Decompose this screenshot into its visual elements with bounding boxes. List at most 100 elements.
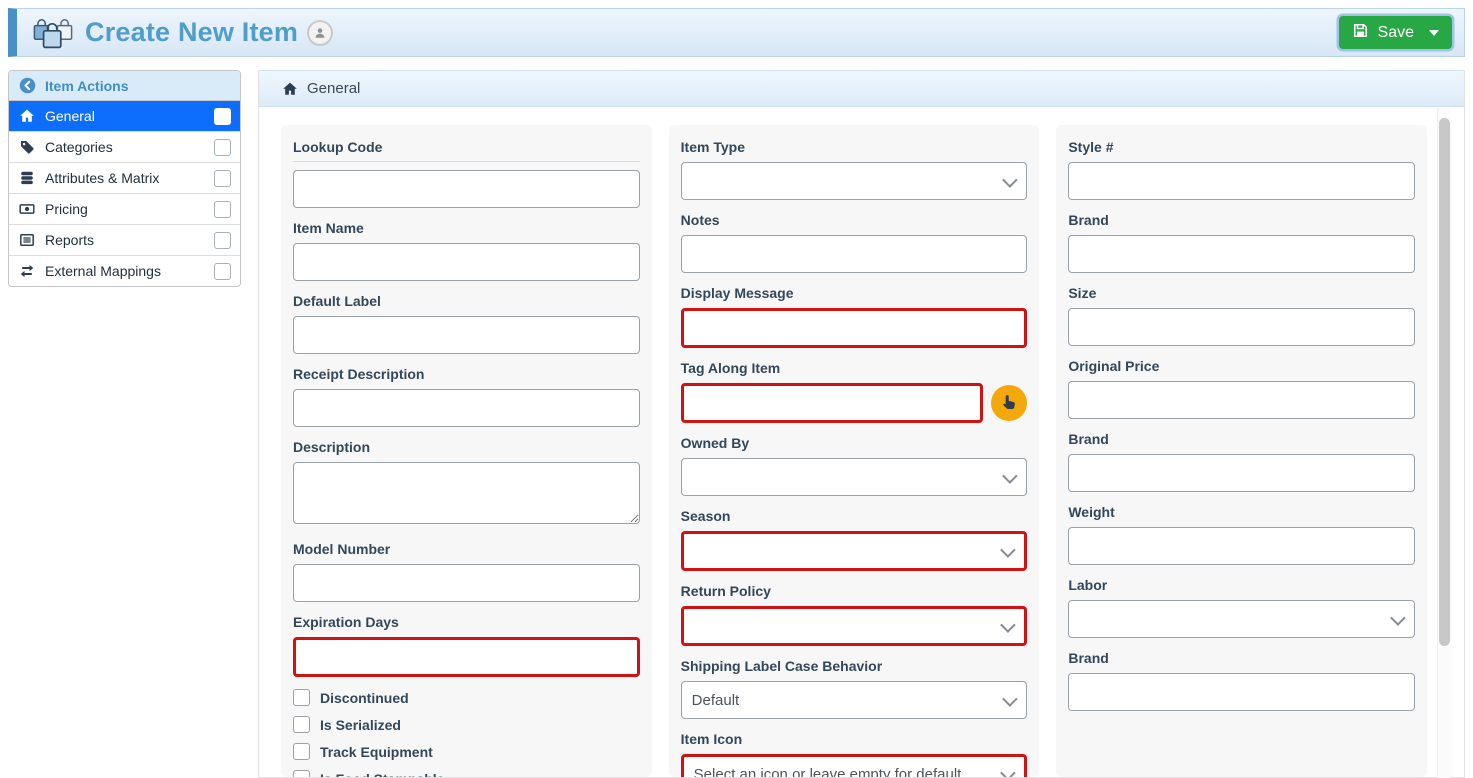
money-icon bbox=[19, 201, 35, 217]
brand-input[interactable] bbox=[1068, 454, 1415, 492]
field-tag-along-item: Tag Along Item bbox=[681, 360, 1028, 423]
field-lookup-code: Lookup Code bbox=[293, 139, 640, 208]
is-food-stampable-checkbox[interactable] bbox=[293, 770, 310, 777]
tag-along-item-lookup-button[interactable] bbox=[991, 385, 1027, 421]
field-label: Item Icon bbox=[681, 731, 1028, 747]
discontinued-checkbox[interactable] bbox=[293, 689, 310, 706]
form-columns: Lookup CodeItem NameDefault LabelReceipt… bbox=[259, 107, 1464, 777]
sidebar-item-attributes-matrix[interactable]: Attributes & Matrix bbox=[9, 163, 240, 194]
field-owned-by: Owned By bbox=[681, 435, 1028, 496]
sidebar-checkbox-categories[interactable] bbox=[214, 139, 231, 156]
item-name-input[interactable] bbox=[293, 243, 640, 281]
sidebar-item-label: General bbox=[45, 108, 204, 124]
sidebar-item-label: Pricing bbox=[45, 201, 204, 217]
sidebar-item-general[interactable]: General bbox=[9, 101, 240, 132]
brand-input[interactable] bbox=[1068, 673, 1415, 711]
general-section-card: General Lookup CodeItem NameDefault Labe… bbox=[258, 70, 1465, 778]
field-label: Brand bbox=[1068, 212, 1415, 228]
lookup-code-input[interactable] bbox=[293, 170, 640, 208]
receipt-description-input[interactable] bbox=[293, 389, 640, 427]
field-label: Season bbox=[681, 508, 1028, 524]
shipping-label-case-behavior-select[interactable]: Default bbox=[681, 681, 1028, 719]
field-brand: Brand bbox=[1068, 431, 1415, 492]
return-policy-select[interactable] bbox=[681, 606, 1028, 646]
select-value: Default bbox=[692, 692, 740, 709]
field-label: Owned By bbox=[681, 435, 1028, 451]
home-icon bbox=[19, 108, 35, 124]
field-season: Season bbox=[681, 508, 1028, 571]
field-return-policy: Return Policy bbox=[681, 583, 1028, 646]
field-model-number: Model Number bbox=[293, 541, 640, 602]
field-label: Weight bbox=[1068, 504, 1415, 520]
back-circle-icon[interactable] bbox=[19, 77, 36, 94]
notes-input[interactable] bbox=[681, 235, 1028, 273]
save-dropdown-caret-icon[interactable] bbox=[1429, 30, 1439, 36]
description-textarea[interactable] bbox=[293, 462, 640, 524]
field-shipping-label-case-behavior: Shipping Label Case Behavior Default bbox=[681, 658, 1028, 719]
vertical-scrollbar[interactable] bbox=[1437, 108, 1451, 778]
item-icon-select[interactable]: Select an icon or leave empty for defaul… bbox=[681, 754, 1028, 777]
field-item-type: Item Type bbox=[681, 139, 1028, 200]
form-column-2: Item TypeNotesDisplay MessageTag Along I… bbox=[669, 125, 1040, 777]
sidebar-checkbox-reports[interactable] bbox=[214, 232, 231, 249]
field-label: Item Type bbox=[681, 139, 1028, 155]
checkbox-row-is-food-stampable[interactable]: Is Food Stampable bbox=[293, 770, 640, 777]
field-label: Shipping Label Case Behavior bbox=[681, 658, 1028, 674]
select-value: Select an icon or leave empty for defaul… bbox=[694, 766, 962, 778]
sidebar-checkbox-pricing[interactable] bbox=[214, 201, 231, 218]
sidebar-item-reports[interactable]: Reports bbox=[9, 225, 240, 256]
checkbox-row-is-serialized[interactable]: Is Serialized bbox=[293, 716, 640, 733]
owned-by-select[interactable] bbox=[681, 458, 1028, 496]
save-button-label: Save bbox=[1378, 24, 1414, 42]
field-label: Expiration Days bbox=[293, 614, 640, 630]
sidebar-checkbox-attributes-matrix[interactable] bbox=[214, 170, 231, 187]
sidebar-item-external-mappings[interactable]: External Mappings bbox=[9, 256, 240, 286]
field-label: Model Number bbox=[293, 541, 640, 557]
display-message-input[interactable] bbox=[681, 308, 1028, 348]
sidebar-header[interactable]: Item Actions bbox=[9, 71, 240, 101]
save-button[interactable]: Save bbox=[1339, 16, 1452, 49]
brand-input[interactable] bbox=[1068, 235, 1415, 273]
checkbox-row-track-equipment[interactable]: Track Equipment bbox=[293, 743, 640, 760]
season-select[interactable] bbox=[681, 531, 1028, 571]
field-label: Description bbox=[293, 439, 640, 455]
labor-select[interactable] bbox=[1068, 600, 1415, 638]
field-label: Receipt Description bbox=[293, 366, 640, 382]
sidebar-item-categories[interactable]: Categories bbox=[9, 132, 240, 163]
chevron-down-icon bbox=[1000, 542, 1016, 558]
chevron-down-icon bbox=[1002, 691, 1018, 707]
field-receipt-description: Receipt Description bbox=[293, 366, 640, 427]
field-original-price: Original Price bbox=[1068, 358, 1415, 419]
field-label: Size bbox=[1068, 285, 1415, 301]
sidebar-item-pricing[interactable]: Pricing bbox=[9, 194, 240, 225]
form-column-3: Style #BrandSizeOriginal PriceBrandWeigh… bbox=[1056, 125, 1427, 777]
field-label: Original Price bbox=[1068, 358, 1415, 374]
section-title: General bbox=[307, 80, 360, 97]
track-equipment-checkbox[interactable] bbox=[293, 743, 310, 760]
default-label-input[interactable] bbox=[293, 316, 640, 354]
is-serialized-checkbox[interactable] bbox=[293, 716, 310, 733]
model-number-input[interactable] bbox=[293, 564, 640, 602]
field-description: Description bbox=[293, 439, 640, 529]
item-type-select[interactable] bbox=[681, 162, 1028, 200]
scrollbar-thumb[interactable] bbox=[1439, 118, 1450, 646]
sidebar-header-label: Item Actions bbox=[45, 78, 129, 94]
original-price-input[interactable] bbox=[1068, 381, 1415, 419]
weight-input[interactable] bbox=[1068, 527, 1415, 565]
hand-pointer-icon bbox=[1000, 393, 1018, 414]
field-default-label: Default Label bbox=[293, 293, 640, 354]
field-label: Lookup Code bbox=[293, 139, 640, 162]
size-input[interactable] bbox=[1068, 308, 1415, 346]
field-notes: Notes bbox=[681, 212, 1028, 273]
style-input[interactable] bbox=[1068, 162, 1415, 200]
checkbox-label: Discontinued bbox=[320, 690, 409, 706]
stack-icon bbox=[19, 170, 35, 186]
sidebar-checkbox-general[interactable] bbox=[214, 108, 231, 125]
checkbox-row-discontinued[interactable]: Discontinued bbox=[293, 689, 640, 706]
field-label: Return Policy bbox=[681, 583, 1028, 599]
sidebar-checkbox-external-mappings[interactable] bbox=[214, 263, 231, 280]
tag-icon bbox=[19, 139, 35, 155]
field-label: Default Label bbox=[293, 293, 640, 309]
tag-along-item-input[interactable] bbox=[681, 383, 984, 423]
expiration-days-input[interactable] bbox=[293, 637, 640, 677]
